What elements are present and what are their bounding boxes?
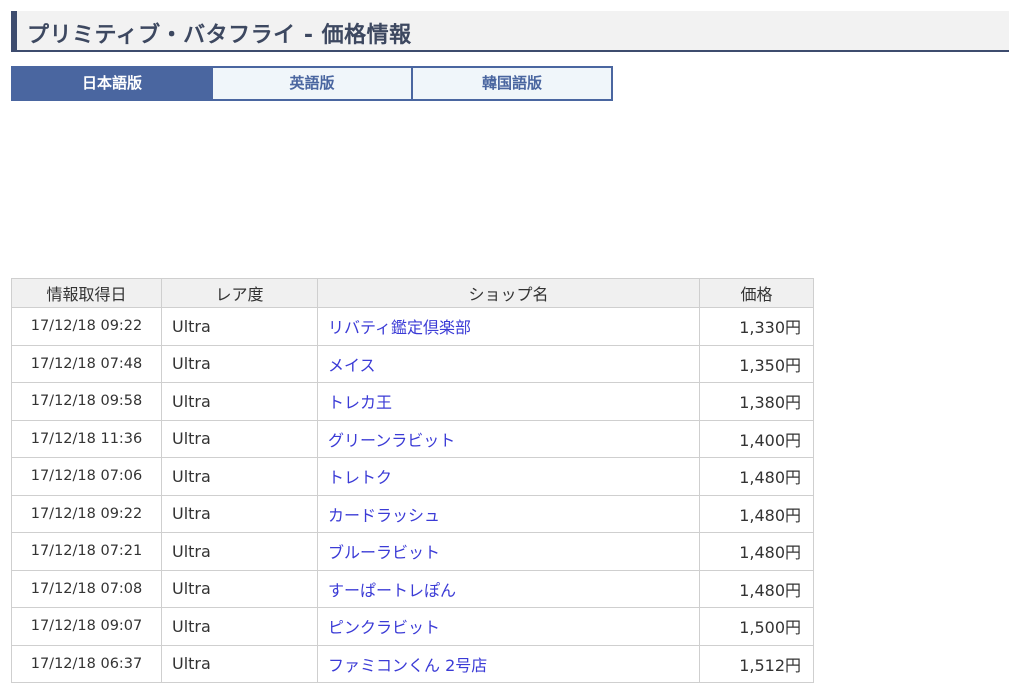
tab-korean[interactable]: 韓国語版 (413, 66, 613, 101)
cell-rarity: Ultra (161, 569, 318, 608)
cell-rarity: Ultra (161, 607, 318, 646)
cell-rarity: Ultra (161, 419, 318, 458)
column-header-price: 価格 (699, 278, 814, 308)
cell-shop: ピンクラビット (317, 607, 700, 646)
cell-date: 17/12/18 09:07 (11, 607, 162, 646)
shop-link[interactable]: リバティ鑑定倶楽部 (328, 318, 471, 337)
cell-date: 17/12/18 07:08 (11, 569, 162, 608)
cell-shop: メイス (317, 344, 700, 383)
cell-price: 1,500円 (699, 607, 814, 646)
tab-english[interactable]: 英語版 (213, 66, 413, 101)
cell-rarity: Ultra (161, 344, 318, 383)
shop-link[interactable]: メイス (328, 356, 376, 375)
cell-shop: すーぱートレぽん (317, 569, 700, 608)
cell-shop: トレカ王 (317, 382, 700, 421)
shop-link[interactable]: トレトク (328, 468, 392, 487)
cell-rarity: Ultra (161, 457, 318, 496)
cell-date: 17/12/18 09:58 (11, 382, 162, 421)
table-header-row: 情報取得日 レア度 ショップ名 価格 (11, 278, 814, 308)
table-row: 17/12/18 07:48 Ultra メイス 1,350円 (11, 344, 814, 383)
cell-rarity: Ultra (161, 382, 318, 421)
cell-price: 1,350円 (699, 344, 814, 383)
price-table: 情報取得日 レア度 ショップ名 価格 17/12/18 09:22 Ultra … (11, 278, 814, 683)
table-row: 17/12/18 09:58 Ultra トレカ王 1,380円 (11, 382, 814, 421)
cell-shop: ブルーラビット (317, 532, 700, 571)
column-header-shop: ショップ名 (317, 278, 700, 308)
shop-link[interactable]: トレカ王 (328, 393, 392, 412)
shop-link[interactable]: ファミコンくん 2号店 (328, 656, 487, 675)
column-header-rarity: レア度 (161, 278, 318, 308)
table-row: 17/12/18 11:36 Ultra グリーンラビット 1,400円 (11, 419, 814, 458)
cell-date: 17/12/18 07:06 (11, 457, 162, 496)
cell-price: 1,480円 (699, 532, 814, 571)
tab-japanese[interactable]: 日本語版 (11, 66, 213, 101)
column-header-date: 情報取得日 (11, 278, 162, 308)
cell-price: 1,480円 (699, 457, 814, 496)
cell-date: 17/12/18 07:48 (11, 344, 162, 383)
edition-tabs: 日本語版 英語版 韓国語版 (11, 66, 613, 101)
cell-price: 1,480円 (699, 569, 814, 608)
cell-date: 17/12/18 09:22 (11, 307, 162, 346)
cell-shop: トレトク (317, 457, 700, 496)
cell-shop: グリーンラビット (317, 419, 700, 458)
cell-rarity: Ultra (161, 644, 318, 683)
cell-shop: リバティ鑑定倶楽部 (317, 307, 700, 346)
table-row: 17/12/18 09:22 Ultra カードラッシュ 1,480円 (11, 494, 814, 533)
cell-date: 17/12/18 07:21 (11, 532, 162, 571)
cell-price: 1,380円 (699, 382, 814, 421)
cell-shop: ファミコンくん 2号店 (317, 644, 700, 683)
cell-rarity: Ultra (161, 532, 318, 571)
cell-rarity: Ultra (161, 307, 318, 346)
shop-link[interactable]: すーぱートレぽん (328, 581, 456, 600)
cell-date: 17/12/18 06:37 (11, 644, 162, 683)
table-row: 17/12/18 09:07 Ultra ピンクラビット 1,500円 (11, 607, 814, 646)
shop-link[interactable]: グリーンラビット (328, 431, 455, 450)
shop-link[interactable]: ピンクラビット (328, 618, 440, 637)
table-row: 17/12/18 07:21 Ultra ブルーラビット 1,480円 (11, 532, 814, 571)
cell-rarity: Ultra (161, 494, 318, 533)
page-header: プリミティブ・バタフライ - 価格情報 (11, 11, 1009, 52)
shop-link[interactable]: ブルーラビット (328, 543, 440, 562)
cell-price: 1,400円 (699, 419, 814, 458)
table-row: 17/12/18 07:06 Ultra トレトク 1,480円 (11, 457, 814, 496)
cell-price: 1,330円 (699, 307, 814, 346)
page-title: プリミティブ・バタフライ - 価格情報 (27, 23, 412, 48)
table-row: 17/12/18 09:22 Ultra リバティ鑑定倶楽部 1,330円 (11, 307, 814, 346)
cell-date: 17/12/18 09:22 (11, 494, 162, 533)
shop-link[interactable]: カードラッシュ (328, 506, 440, 525)
cell-date: 17/12/18 11:36 (11, 419, 162, 458)
cell-price: 1,480円 (699, 494, 814, 533)
table-row: 17/12/18 07:08 Ultra すーぱートレぽん 1,480円 (11, 569, 814, 608)
cell-price: 1,512円 (699, 644, 814, 683)
cell-shop: カードラッシュ (317, 494, 700, 533)
table-row: 17/12/18 06:37 Ultra ファミコンくん 2号店 1,512円 (11, 644, 814, 683)
